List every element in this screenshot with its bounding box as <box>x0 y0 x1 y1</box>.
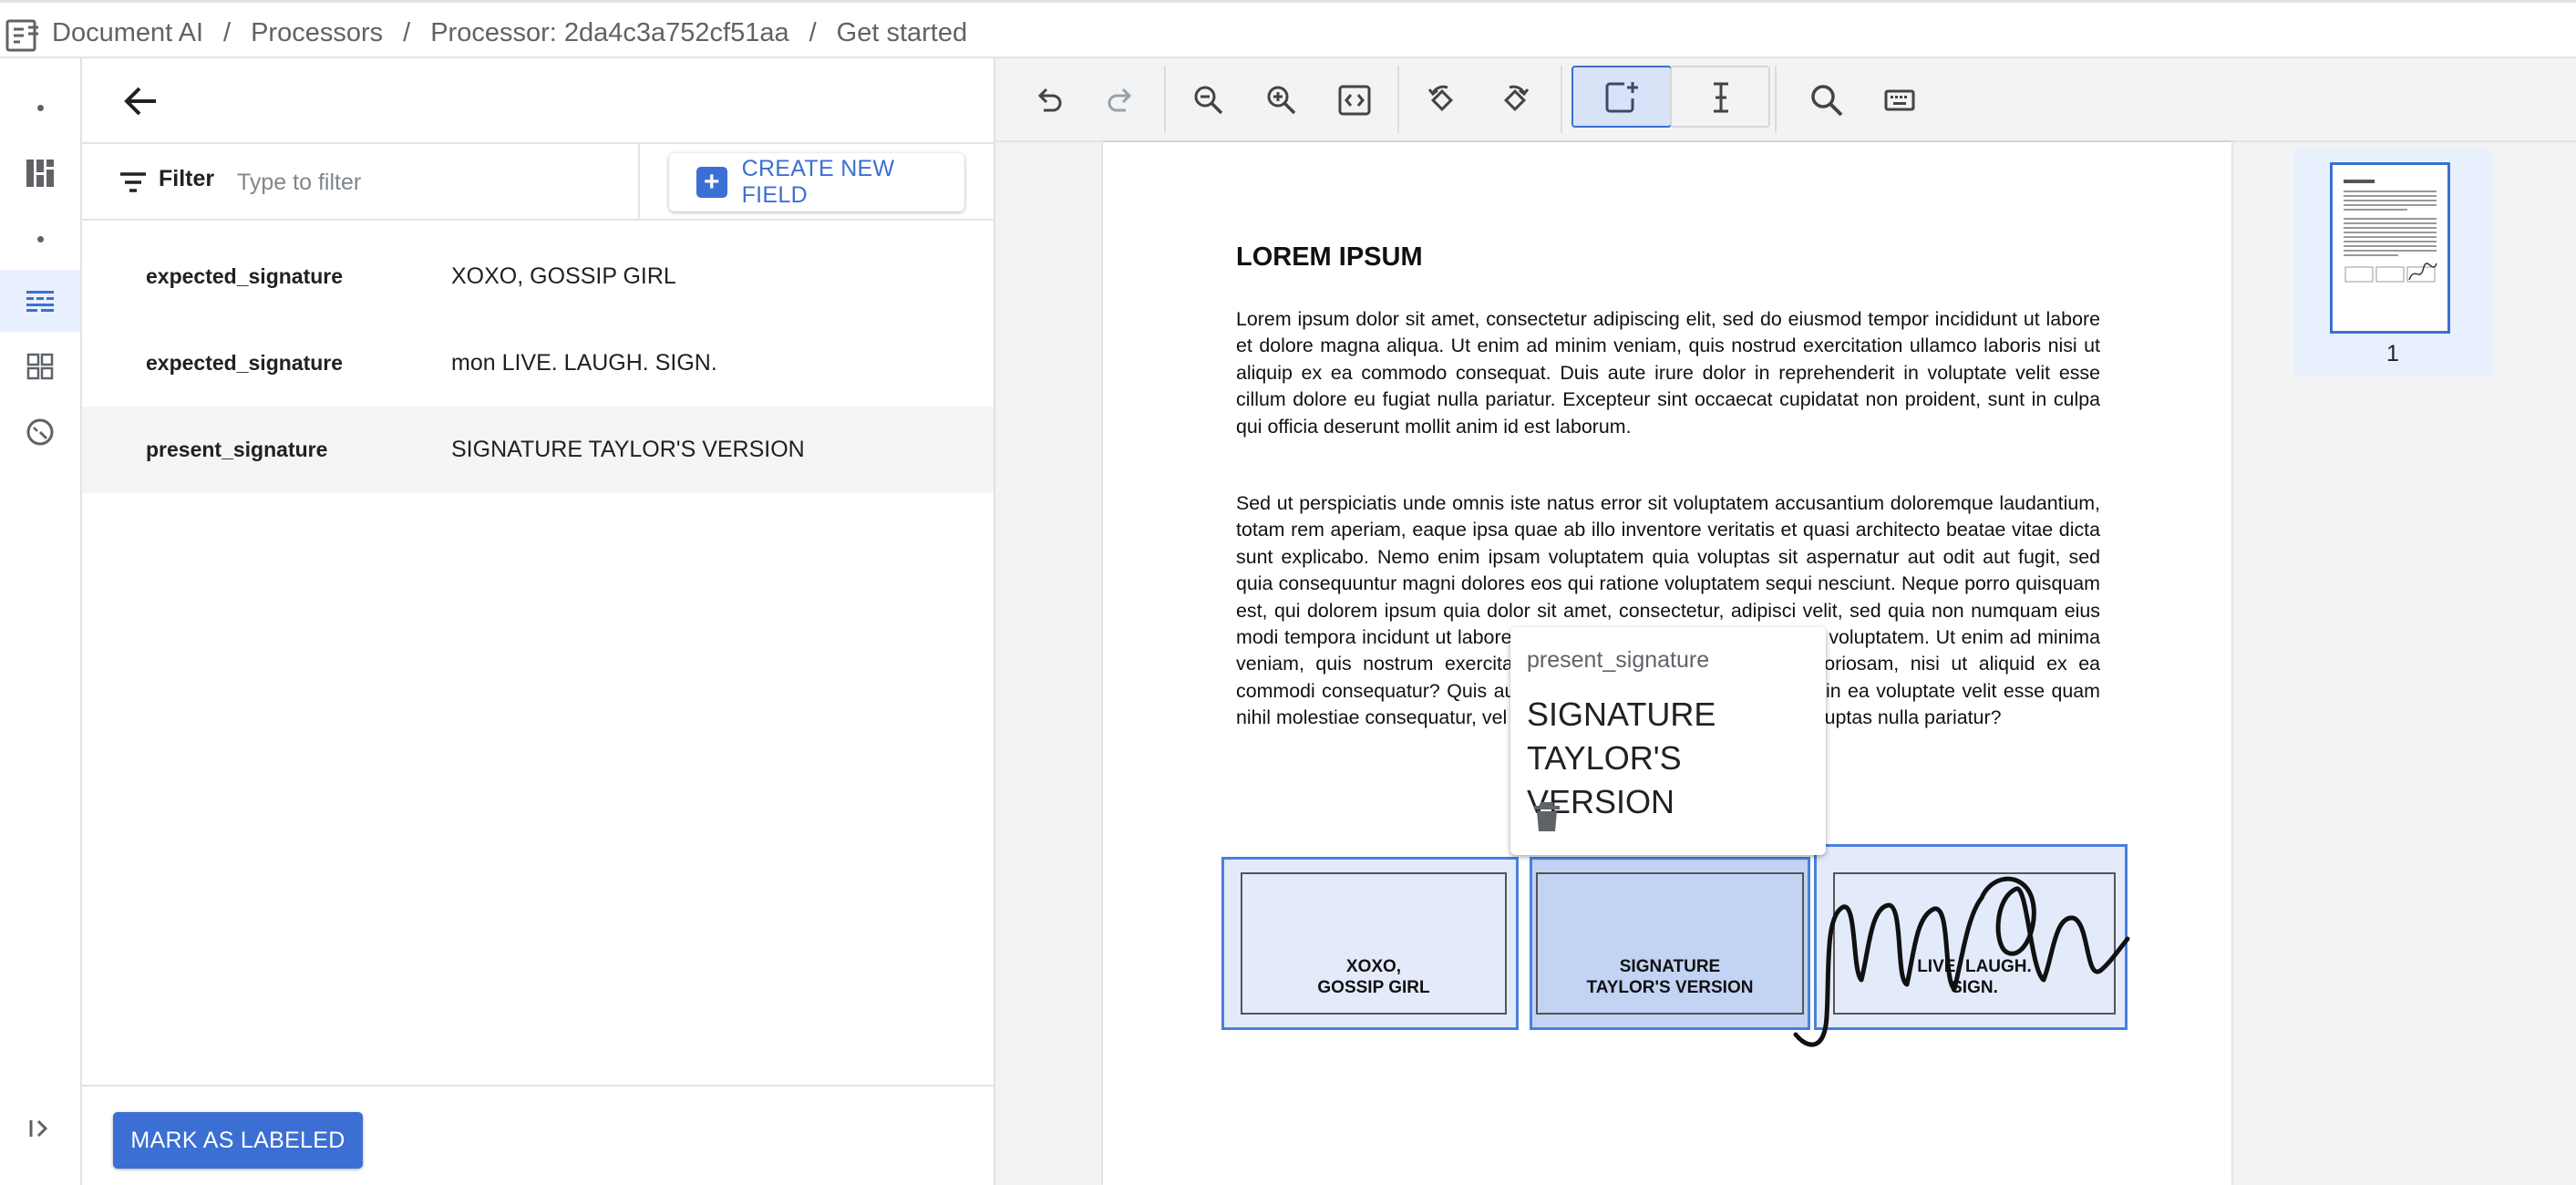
field-value: mon LIVE. LAUGH. SIGN. <box>451 350 717 376</box>
breadcrumb-document-ai[interactable]: Document AI <box>52 18 203 48</box>
undo-icon <box>1037 88 1062 112</box>
rail-item-dashboard[interactable] <box>0 142 80 204</box>
expand-rail-button[interactable] <box>0 1097 80 1159</box>
rail-item-3[interactable] <box>0 208 80 270</box>
add-icon: + <box>696 167 727 198</box>
field-name: expected_signature <box>146 264 344 288</box>
add-box-icon <box>1605 82 1638 113</box>
breadcrumb-separator: / <box>223 17 232 47</box>
mark-as-labeled-button[interactable]: MARK AS LABELED <box>113 1112 363 1169</box>
breadcrumb: Document AI / Processors / Processor: 2d… <box>52 12 967 54</box>
breadcrumb-separator: / <box>403 17 411 47</box>
document-paragraph: Lorem ipsum dolor sit amet, consectetur … <box>1236 308 2100 438</box>
labeling-icon <box>26 291 54 312</box>
keyboard-icon <box>1884 89 1915 111</box>
fields-panel: Filter + CREATE NEW FIELD expected_signa… <box>82 58 995 1185</box>
fit-page-icon <box>1338 85 1371 116</box>
zoom-out-icon <box>1194 86 1223 115</box>
top-bar: Document AI / Processors / Processor: 2d… <box>0 0 2576 58</box>
thumbnail-image <box>2330 162 2450 334</box>
rotate-right-icon <box>1503 85 1530 112</box>
breadcrumb-processors[interactable]: Processors <box>251 18 383 48</box>
document-viewer: LOREM IPSUM Lorem ipsum dolor sit amet, … <box>995 58 2576 1185</box>
rail-item-speed[interactable] <box>0 401 80 463</box>
field-value: XOXO, GOSSIP GIRL <box>451 263 676 289</box>
toolbar-divider <box>1775 66 1777 133</box>
redo-icon <box>1108 88 1132 112</box>
redo-button[interactable] <box>1099 78 1143 122</box>
breadcrumb-processor[interactable]: Processor: 2da4c3a752cf51aa <box>430 18 788 48</box>
field-row-selected[interactable]: present_signature SIGNATURE TAYLOR'S VER… <box>82 407 994 493</box>
toolbar-divider <box>1164 66 1166 133</box>
signature-text: XOXO, GOSSIP GIRL <box>1241 872 1507 1015</box>
thumbnail-strip: 1 <box>2293 142 2576 1185</box>
filter-divider <box>638 144 640 221</box>
fit-to-page-button[interactable] <box>1333 78 1376 122</box>
field-row[interactable]: expected_signature mon LIVE. LAUGH. SIGN… <box>82 320 994 407</box>
popup-entity-value[interactable]: SIGNATURE TAYLOR'S VERSION <box>1527 693 1819 824</box>
grid-icon <box>26 353 54 380</box>
rail-item-grid[interactable] <box>0 335 80 397</box>
create-new-field-button[interactable]: + CREATE NEW FIELD <box>669 153 964 211</box>
signature-box-xoxo[interactable]: XOXO, GOSSIP GIRL <box>1221 857 1519 1030</box>
search-button[interactable] <box>1805 78 1849 122</box>
field-name: present_signature <box>146 438 328 461</box>
signature-text: LIVE. LAUGH. SIGN. <box>1833 872 2116 1015</box>
text-cursor-icon <box>1714 82 1728 113</box>
thumbnail-page-number: 1 <box>2386 341 2399 366</box>
signature-box-taylor[interactable]: SIGNATURE TAYLOR'S VERSION <box>1530 857 1810 1030</box>
zoom-out-button[interactable] <box>1187 78 1231 122</box>
panel-footer: MARK AS LABELED <box>82 1085 994 1185</box>
field-row[interactable]: expected_signature XOXO, GOSSIP GIRL <box>82 233 994 320</box>
undo-button[interactable] <box>1026 78 1070 122</box>
rotate-left-icon <box>1427 85 1454 112</box>
thumbnail-page-1[interactable]: 1 <box>2293 149 2492 376</box>
toolbar-divider <box>1397 66 1399 133</box>
back-arrow-icon <box>124 87 156 116</box>
filter-input[interactable] <box>235 160 713 204</box>
dot-icon <box>36 104 44 111</box>
rotate-right-button[interactable] <box>1493 78 1537 122</box>
toolbar-divider <box>1561 66 1562 133</box>
rail-item-labeling[interactable] <box>0 270 80 332</box>
expand-icon <box>29 1119 48 1138</box>
dashboard-icon <box>26 160 54 187</box>
zoom-in-icon <box>1267 86 1296 115</box>
filter-label: Filter <box>159 166 215 191</box>
back-button[interactable] <box>117 77 166 126</box>
dot-icon <box>36 235 44 242</box>
signature-text: SIGNATURE TAYLOR'S VERSION <box>1536 872 1804 1015</box>
signature-box-live-laugh[interactable]: LIVE. LAUGH. SIGN. <box>1814 844 2128 1030</box>
breadcrumb-get-started: Get started <box>836 17 968 47</box>
text-select-tool-button[interactable] <box>1670 66 1770 128</box>
delete-icon[interactable] <box>1532 800 1561 833</box>
filter-bar: Filter + CREATE NEW FIELD <box>82 142 994 221</box>
search-icon <box>1811 85 1843 117</box>
left-rail <box>0 58 82 1185</box>
create-new-field-label: CREATE NEW FIELD <box>741 156 895 208</box>
field-value: SIGNATURE TAYLOR'S VERSION <box>451 437 805 462</box>
document-ai-icon[interactable] <box>5 18 42 53</box>
breadcrumb-separator: / <box>809 17 817 47</box>
filter-icon <box>120 172 146 192</box>
zoom-in-button[interactable] <box>1260 78 1303 122</box>
popup-entity-type: present_signature <box>1527 647 1710 673</box>
viewer-toolbar <box>995 58 2576 142</box>
entity-popup: present_signature SIGNATURE TAYLOR'S VER… <box>1510 627 1826 855</box>
field-name: expected_signature <box>146 351 344 375</box>
bounding-box-tool-button[interactable] <box>1571 66 1672 128</box>
rotate-left-button[interactable] <box>1420 78 1464 122</box>
rail-item-1[interactable] <box>0 77 80 139</box>
document-title: LOREM IPSUM <box>1236 242 1423 272</box>
thumbnail-preview-icon <box>2344 180 2437 283</box>
keyboard-shortcuts-button[interactable] <box>1878 78 1922 122</box>
speed-icon <box>26 418 54 446</box>
